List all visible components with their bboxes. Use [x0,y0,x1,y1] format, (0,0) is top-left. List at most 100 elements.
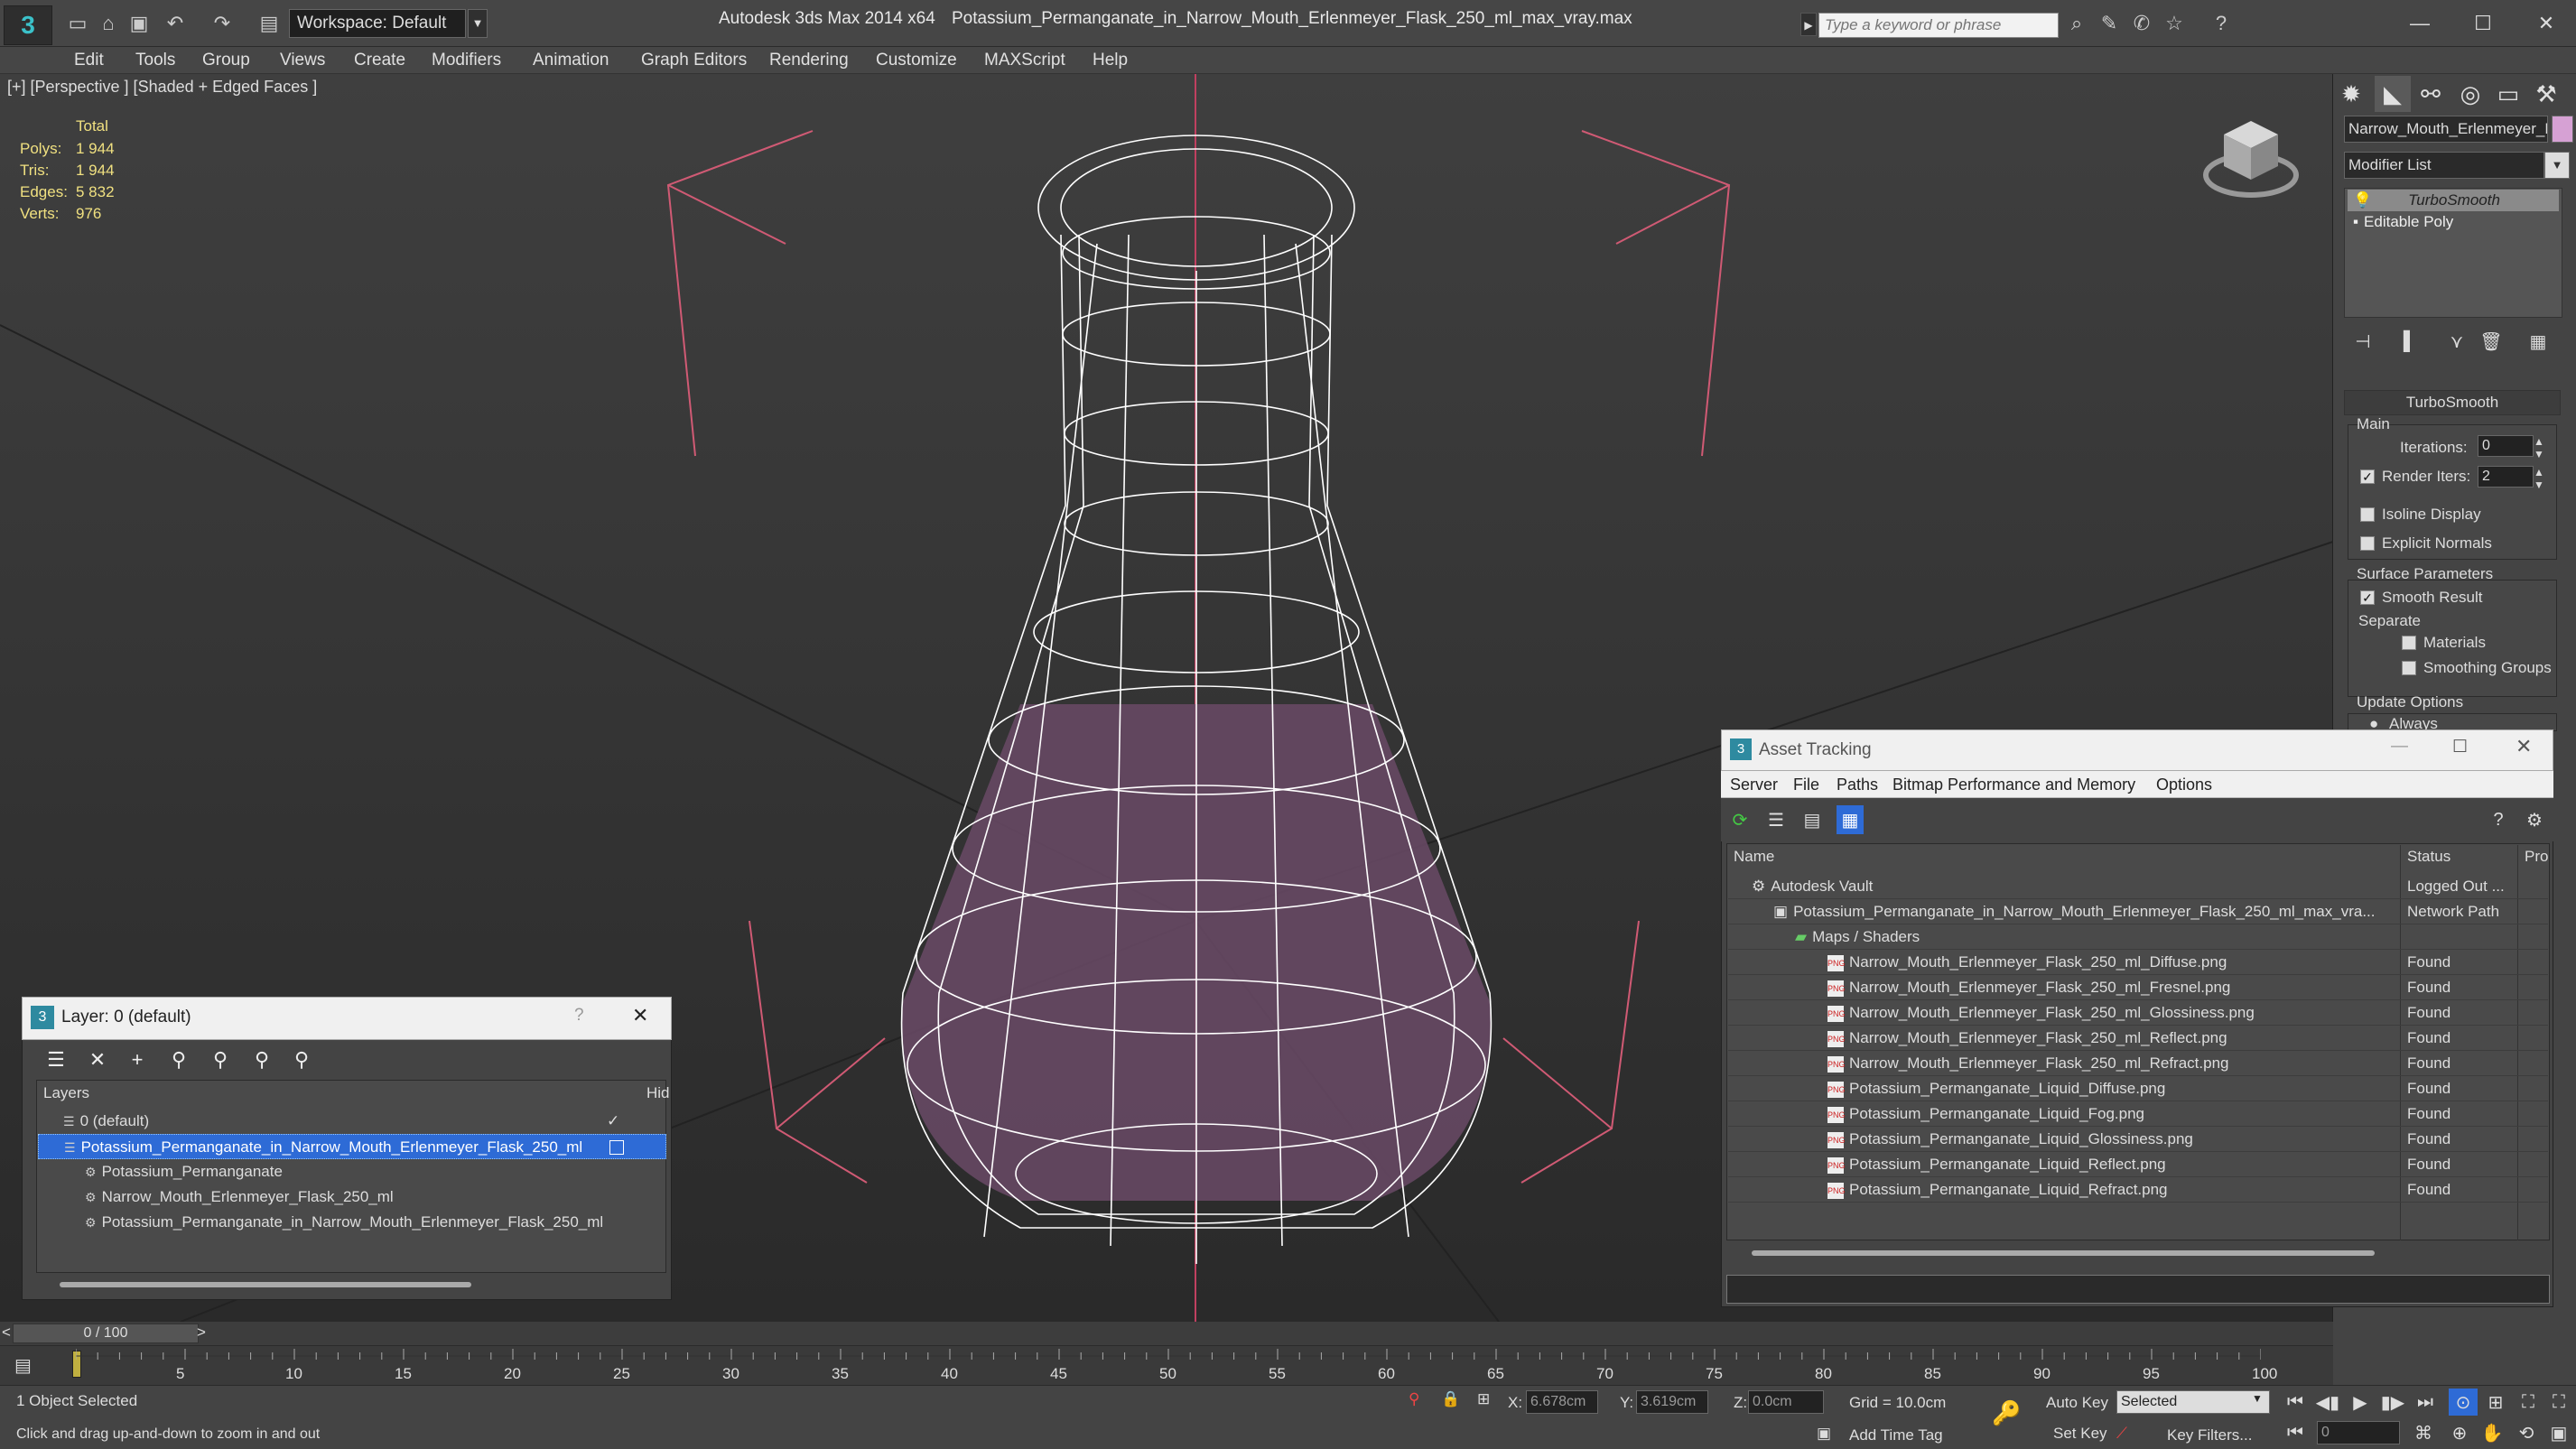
name-column-header[interactable]: Name [1734,845,1774,868]
time-next-arrow-icon[interactable]: > [197,1324,206,1342]
select-objects-icon[interactable]: ⚲ [163,1045,195,1074]
explicit-normals-checkbox[interactable] [2360,536,2375,551]
display-tab-icon[interactable]: ▭ [2490,76,2526,112]
motion-tab-icon[interactable]: ◎ [2452,76,2488,112]
object-name-field[interactable]: Narrow_Mouth_Erlenmeyer_F [2344,116,2548,143]
highlight-layer-icon[interactable]: ⚲ [204,1045,237,1074]
layer-object-row[interactable]: ⚙ Narrow_Mouth_Erlenmeyer_Flask_250_ml [38,1184,666,1210]
isoline-display-checkbox[interactable] [2360,507,2375,522]
object-color-swatch[interactable] [2552,116,2573,143]
menu-group[interactable]: Group [202,47,250,74]
add-to-layer-icon[interactable]: + [121,1045,153,1074]
field-of-view-icon[interactable]: ⛶ [2514,1389,2543,1416]
menu-graph-editors[interactable]: Graph Editors [641,47,747,74]
make-unique-icon[interactable]: ⋎ [2441,327,2472,356]
asset-row[interactable]: PNG Narrow_Mouth_Erlenmeyer_Flask_250_ml_… [1728,1051,2548,1076]
add-time-tag-button[interactable]: Add Time Tag [1849,1426,1943,1444]
absolute-mode-icon[interactable]: ⊞ [1477,1390,1490,1408]
set-key-button[interactable]: Set Key [2053,1425,2107,1443]
undo-icon[interactable]: ↶ [163,11,188,36]
show-end-result-icon[interactable]: ▌ [2395,327,2425,356]
stack-item-editable-poly[interactable]: ▪ Editable Poly [2348,211,2559,233]
z-coordinate-field[interactable]: 0.0cm [1748,1390,1824,1414]
layer-row[interactable]: ☰ Potassium_Permanganate_in_Narrow_Mouth_… [38,1134,666,1159]
y-coordinate-field[interactable]: 3.619cm [1636,1390,1708,1414]
help-icon[interactable]: ? [2485,805,2512,834]
active-layer-check-icon[interactable]: ✓ [607,1109,619,1134]
configure-sets-icon[interactable]: ▦ [2523,327,2553,356]
orbit-icon[interactable]: ⟲ [2512,1419,2541,1446]
menu-views[interactable]: Views [280,47,325,74]
communication-icon[interactable]: ✆ [2129,11,2154,36]
status-column-header[interactable]: Status [2407,845,2450,868]
freeze-all-layers-icon[interactable]: ⚲ [285,1045,318,1074]
menu-tools[interactable]: Tools [135,47,175,74]
menu-file[interactable]: File [1793,773,1819,796]
menu-maxscript[interactable]: MAXScript [984,47,1065,74]
asset-path-field[interactable] [1726,1275,2550,1304]
zoom-icon[interactable]: ⊕ [2445,1419,2474,1446]
layer-horizontal-scrollbar[interactable] [60,1282,471,1287]
menu-customize[interactable]: Customize [876,47,957,74]
minimize-button[interactable]: — [2393,5,2447,42]
list-view-icon[interactable]: ☰ [1762,805,1790,834]
current-frame-field[interactable]: 0 [2317,1421,2400,1444]
refresh-icon[interactable]: ⟳ [1726,805,1753,834]
viewcube-icon[interactable] [2201,112,2301,202]
asset-row[interactable]: PNG Narrow_Mouth_Erlenmeyer_Flask_250_ml_… [1728,950,2548,975]
turbosmooth-rollout-header[interactable]: TurboSmooth [2344,390,2561,415]
layer-row[interactable]: ☰ 0 (default) ✓ [38,1109,666,1134]
menu-bitmap-performance[interactable]: Bitmap Performance and Memory [1892,773,2135,796]
menu-server[interactable]: Server [1730,773,1778,796]
stack-item-turbosmooth[interactable]: 💡 TurboSmooth [2348,190,2559,211]
maximize-button[interactable]: ☐ [2456,5,2510,42]
favorites-icon[interactable]: ☆ [2162,11,2187,36]
remove-modifier-icon[interactable]: 🗑 [2476,327,2506,356]
set-current-checkbox[interactable] [609,1140,624,1155]
smoothing-groups-checkbox[interactable] [2402,661,2416,675]
time-config-icon[interactable]: ⌘ [2409,1419,2438,1446]
binoculars-icon[interactable]: ⌕ [2064,11,2089,36]
maximize-viewport-icon[interactable]: ⛶ [2544,1389,2573,1416]
app-logo-icon[interactable]: 3 [4,5,52,45]
chevron-down-icon[interactable]: ▼ [2544,152,2570,179]
help-icon[interactable]: ? [2209,11,2234,36]
close-button[interactable]: ✕ [2519,5,2573,42]
menu-modifiers[interactable]: Modifiers [432,47,501,74]
asset-row[interactable]: PNG Narrow_Mouth_Erlenmeyer_Flask_250_ml_… [1728,1026,2548,1051]
minimize-button[interactable]: — [2391,737,2408,757]
workspace-dropdown[interactable]: Workspace: Default [289,9,466,38]
asset-row[interactable]: PNG Potassium_Permanganate_Liquid_Diffuse… [1728,1076,2548,1101]
time-tag-icon[interactable]: ▣ [1817,1425,1831,1443]
maximize-button[interactable]: ☐ [2452,737,2468,757]
about-icon[interactable]: ⚙ [2521,805,2548,834]
pin-stack-icon[interactable]: ⊣ [2348,327,2378,356]
tree-view-icon[interactable]: ▤ [1799,805,1826,834]
hide-column-header[interactable]: Hid [646,1082,670,1105]
next-frame-icon[interactable]: ▮▶ [2378,1389,2407,1416]
search-input[interactable] [1818,13,2059,38]
close-icon[interactable]: ✕ [2516,735,2532,758]
asset-row[interactable]: PNG Narrow_Mouth_Erlenmeyer_Flask_250_ml_… [1728,975,2548,1000]
x-coordinate-field[interactable]: 6.678cm [1526,1390,1598,1414]
create-tab-icon[interactable]: ✹ [2333,76,2369,112]
new-file-icon[interactable]: ▭ [65,11,90,36]
create-layer-icon[interactable]: ☰ [40,1045,72,1074]
asset-horizontal-scrollbar[interactable] [1752,1250,2375,1256]
menu-paths[interactable]: Paths [1837,773,1878,796]
go-to-start-icon[interactable]: ⏮ [2281,1389,2310,1416]
selection-lock-icon[interactable]: 🔒 [1441,1390,1460,1408]
layers-column-header[interactable]: Layers [43,1082,89,1105]
key-selection-dropdown[interactable]: Selected [2116,1390,2270,1414]
hide-all-layers-icon[interactable]: ⚲ [246,1045,278,1074]
utilities-tab-icon[interactable]: ⚒ [2528,76,2564,112]
hierarchy-tab-icon[interactable]: ⚯ [2413,76,2449,112]
smooth-result-checkbox[interactable]: ✓ [2360,590,2375,605]
mini-curve-editor-icon[interactable]: ▤ [14,1354,45,1378]
go-to-start-small-icon[interactable]: ⏮ [2281,1419,2310,1446]
previous-frame-icon[interactable]: ◀▮ [2313,1389,2342,1416]
set-key-icon[interactable]: ⟋ [2116,1425,2127,1443]
render-iters-checkbox[interactable]: ✓ [2360,469,2375,484]
asset-row[interactable]: PNG Potassium_Permanganate_Liquid_Refract… [1728,1177,2548,1203]
materials-checkbox[interactable] [2402,636,2416,650]
